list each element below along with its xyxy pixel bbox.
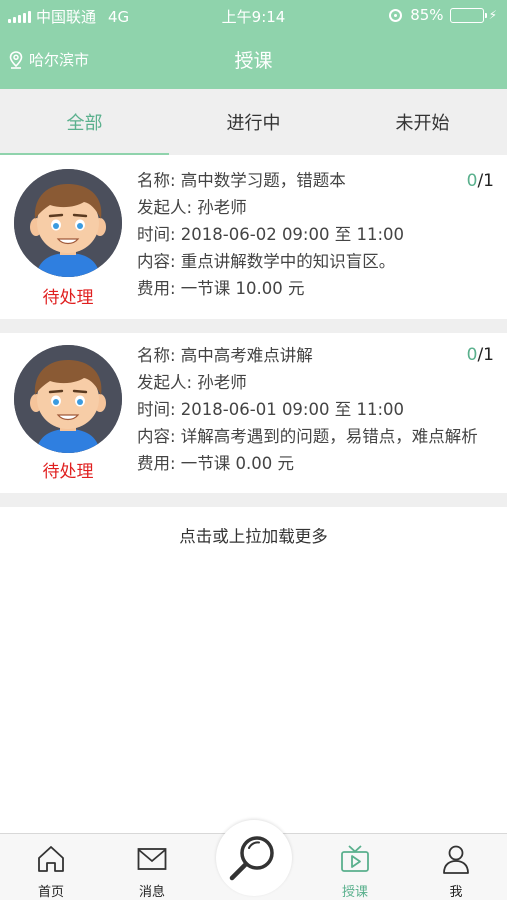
tv-play-icon bbox=[341, 845, 369, 872]
enrollment-count: 0/1 bbox=[467, 345, 494, 365]
lesson-name: 名称: 高中数学习题，错题本 bbox=[137, 171, 346, 190]
tabbar-me-label: 我 bbox=[449, 885, 463, 900]
envelope-icon bbox=[137, 848, 167, 870]
lesson-time: 时间: 2018-06-02 09:00 至 11:00 bbox=[137, 225, 405, 244]
status-badge: 待处理 bbox=[42, 462, 94, 482]
app-header: 中国联通 4G 上午9:14 85% ⚡ 哈尔滨市 授课 bbox=[0, 0, 507, 89]
boy-avatar-icon bbox=[14, 345, 122, 453]
nav-bar: 哈尔滨市 授课 bbox=[0, 30, 507, 89]
charging-icon: ⚡ bbox=[488, 8, 497, 22]
filter-tabs: 全部 进行中 未开始 bbox=[0, 89, 507, 155]
tab-in-progress[interactable]: 进行中 bbox=[169, 89, 338, 155]
lesson-time: 时间: 2018-06-01 09:00 至 11:00 bbox=[137, 400, 405, 419]
lesson-info: 名称: 高中高考难点讲解 发起人: 孙老师 时间: 2018-06-01 09:… bbox=[137, 342, 495, 477]
lesson-content: 内容: 详解高考遇到的问题，易错点，难点解析 bbox=[137, 427, 478, 446]
rotation-lock-icon bbox=[389, 8, 403, 22]
status-badge: 待处理 bbox=[42, 288, 94, 308]
magnifier-icon bbox=[229, 836, 274, 881]
lesson-initiator: 发起人: 孙老师 bbox=[137, 373, 247, 392]
tabbar-teaching[interactable]: 授课 bbox=[315, 834, 395, 900]
enrollment-done: 0 bbox=[466, 171, 478, 191]
lesson-card[interactable]: 待处理 名称: 高中数学习题，错题本 发起人: 孙老师 时间: 2018-06-… bbox=[0, 155, 507, 319]
enrollment-total: /1 bbox=[477, 171, 494, 191]
enrollment-done: 0 bbox=[466, 345, 478, 365]
card-divider bbox=[0, 319, 507, 333]
enrollment-total: /1 bbox=[477, 345, 494, 365]
avatar bbox=[14, 169, 122, 277]
tabbar-teaching-label: 授课 bbox=[341, 885, 368, 900]
tabbar-messages[interactable]: 消息 bbox=[112, 834, 192, 900]
tabbar-home[interactable]: 首页 bbox=[11, 834, 91, 900]
home-icon bbox=[38, 846, 64, 872]
enrollment-count: 0/1 bbox=[467, 171, 494, 191]
tabbar-me[interactable]: 我 bbox=[416, 834, 496, 900]
lesson-info: 名称: 高中数学习题，错题本 发起人: 孙老师 时间: 2018-06-02 0… bbox=[137, 167, 495, 302]
battery-icon bbox=[449, 7, 487, 23]
boy-avatar-icon bbox=[14, 169, 122, 277]
tab-all[interactable]: 全部 bbox=[0, 89, 169, 155]
page-title: 授课 bbox=[234, 50, 273, 72]
card-divider bbox=[0, 493, 507, 507]
lesson-content: 内容: 重点讲解数学中的知识盲区。 bbox=[137, 252, 396, 271]
tabbar-messages-label: 消息 bbox=[138, 885, 165, 900]
search-button[interactable] bbox=[216, 820, 292, 896]
person-icon bbox=[443, 845, 469, 874]
avatar bbox=[14, 345, 122, 453]
lesson-initiator: 发起人: 孙老师 bbox=[137, 198, 247, 217]
lesson-name: 名称: 高中高考难点讲解 bbox=[137, 346, 313, 365]
lesson-fee: 费用: 一节课 0.00 元 bbox=[137, 454, 295, 473]
status-bar: 中国联通 4G 上午9:14 85% ⚡ bbox=[0, 0, 507, 30]
lesson-card[interactable]: 待处理 名称: 高中高考难点讲解 发起人: 孙老师 时间: 2018-06-01… bbox=[0, 333, 507, 493]
status-right: 85% ⚡ bbox=[389, 6, 497, 24]
tabbar-home-label: 首页 bbox=[37, 885, 64, 900]
tab-not-started[interactable]: 未开始 bbox=[338, 89, 507, 155]
load-more-button[interactable]: 点击或上拉加载更多 bbox=[0, 520, 507, 554]
battery-percent: 85% bbox=[410, 6, 444, 24]
lesson-fee: 费用: 一节课 10.00 元 bbox=[137, 279, 305, 298]
